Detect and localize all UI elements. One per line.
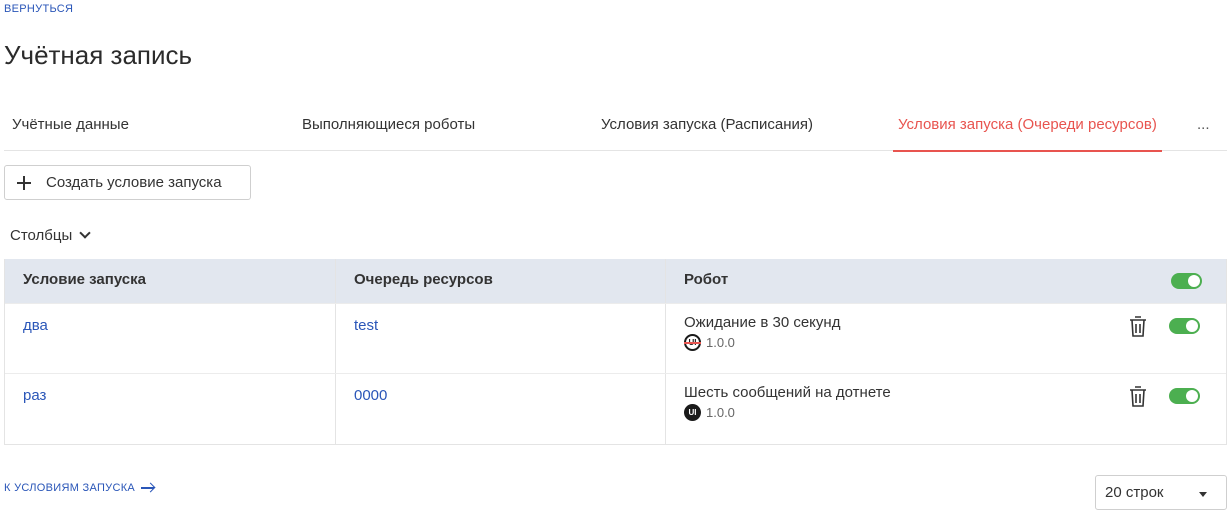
table-row: раз 0000 Шесть сообщений на дотнете UI 1… bbox=[5, 373, 1226, 443]
queue-link[interactable]: 0000 bbox=[354, 387, 387, 404]
rows-per-page-select[interactable]: 20 строк bbox=[1095, 475, 1227, 510]
trash-icon[interactable] bbox=[1129, 386, 1147, 408]
trash-icon[interactable] bbox=[1129, 316, 1147, 338]
back-link[interactable]: ВЕРНУТЬСЯ bbox=[4, 3, 73, 15]
robot-name: Шесть сообщений на дотнете bbox=[684, 384, 891, 401]
rows-per-page-value: 20 строк bbox=[1105, 484, 1164, 501]
robot-version: UI 1.0.0 bbox=[684, 404, 735, 421]
column-header-condition[interactable]: Условие запуска bbox=[5, 259, 146, 303]
robot-name: Ожидание в 30 секунд bbox=[684, 314, 841, 331]
page-title: Учётная запись bbox=[4, 40, 193, 70]
condition-link[interactable]: раз bbox=[23, 387, 46, 404]
ui-robot-logo-icon: UI bbox=[684, 404, 701, 421]
arrow-right-icon bbox=[141, 483, 155, 493]
table-header: Условие запуска Очередь ресурсов Робот bbox=[5, 259, 1226, 303]
toggle-all-switch[interactable] bbox=[1171, 273, 1202, 289]
launch-conditions-table: Условие запуска Очередь ресурсов Робот д… bbox=[4, 259, 1227, 445]
column-header-robot[interactable]: Робот bbox=[666, 259, 728, 303]
ui-robot-logo-icon: UI bbox=[684, 334, 701, 351]
tabs-more-button[interactable]: ... bbox=[1197, 101, 1210, 151]
create-button-label: Создать условие запуска bbox=[46, 174, 222, 191]
tab-launch-schedules[interactable]: Условия запуска (Расписания) bbox=[601, 101, 813, 151]
robot-version-text: 1.0.0 bbox=[706, 405, 735, 420]
enable-toggle[interactable] bbox=[1169, 318, 1200, 334]
enable-toggle[interactable] bbox=[1169, 388, 1200, 404]
columns-label: Столбцы bbox=[10, 226, 73, 244]
footer-link-label: К УСЛОВИЯМ ЗАПУСКА bbox=[4, 482, 136, 494]
columns-dropdown[interactable]: Столбцы bbox=[10, 224, 91, 246]
tab-account-data[interactable]: Учётные данные bbox=[12, 101, 129, 151]
chevron-down-icon bbox=[79, 227, 91, 239]
to-launch-conditions-link[interactable]: К УСЛОВИЯМ ЗАПУСКА bbox=[4, 482, 155, 494]
tab-running-robots[interactable]: Выполняющиеся роботы bbox=[302, 101, 475, 151]
queue-link[interactable]: test bbox=[354, 317, 378, 334]
robot-version-text: 1.0.0 bbox=[706, 335, 735, 350]
column-header-queue[interactable]: Очередь ресурсов bbox=[336, 259, 493, 303]
create-launch-condition-button[interactable]: Создать условие запуска bbox=[4, 165, 251, 200]
tab-bar: Учётные данные Выполняющиеся роботы Усло… bbox=[4, 101, 1227, 152]
tab-launch-resource-queues[interactable]: Условия запуска (Очереди ресурсов) bbox=[893, 101, 1162, 152]
robot-version: UI 1.0.0 bbox=[684, 334, 735, 351]
table-row: два test Ожидание в 30 секунд UI 1.0.0 bbox=[5, 303, 1226, 373]
condition-link[interactable]: два bbox=[23, 317, 48, 334]
caret-down-icon bbox=[1199, 492, 1207, 497]
plus-icon bbox=[17, 175, 31, 190]
